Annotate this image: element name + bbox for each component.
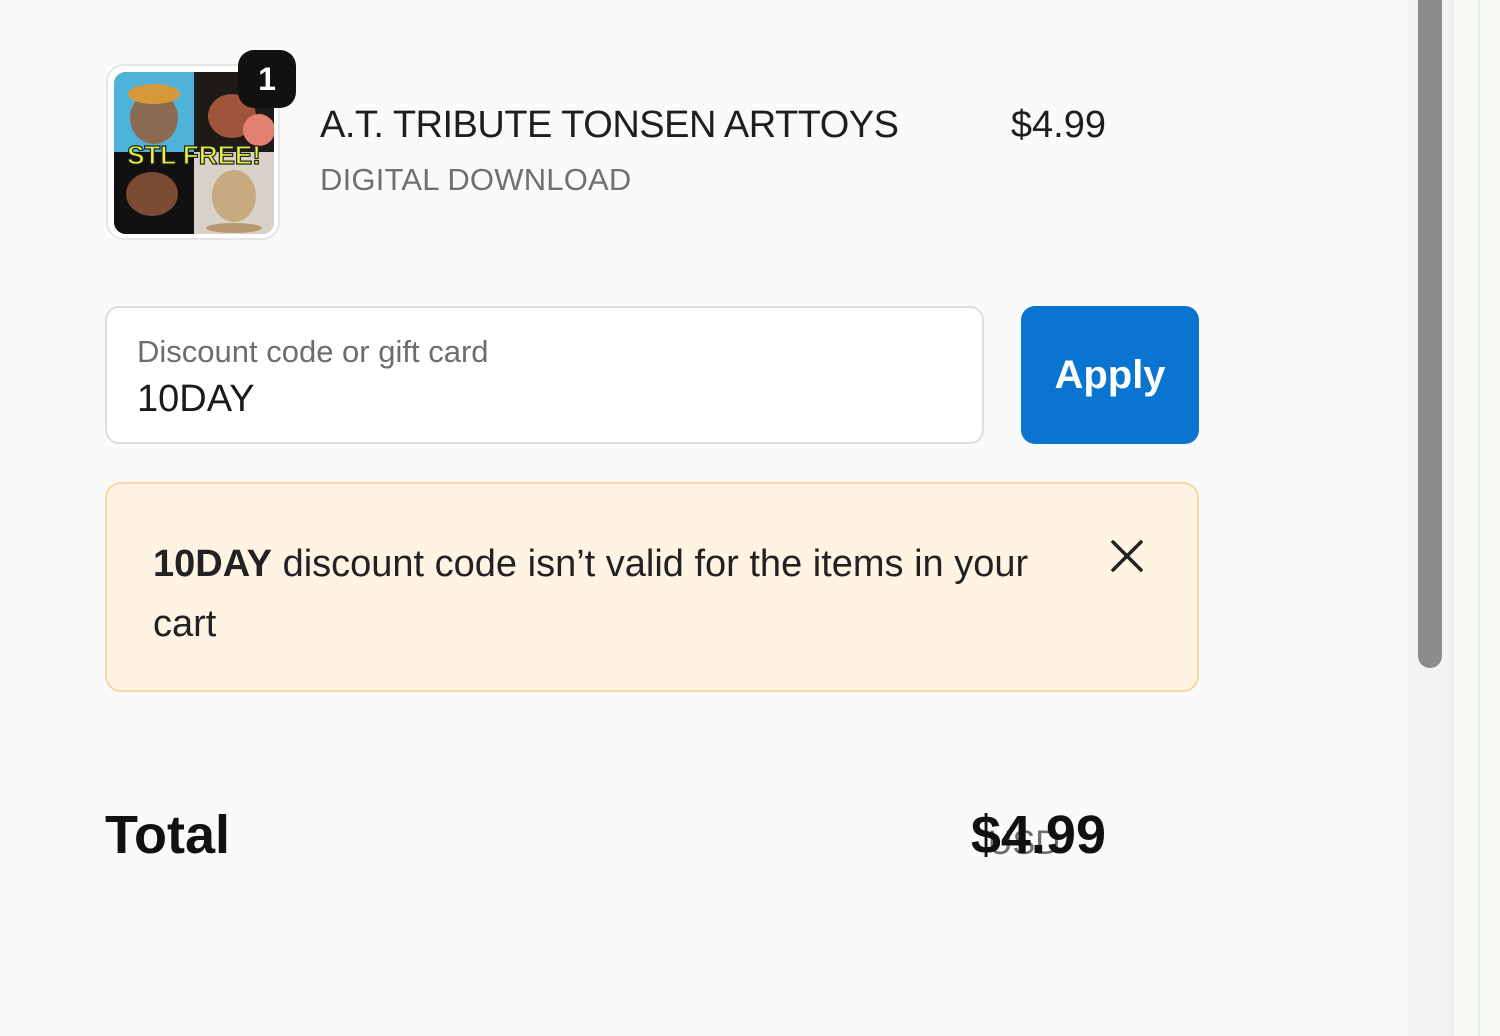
quantity-badge: 1 [238, 50, 296, 108]
discount-field-value[interactable]: 10DAY [137, 378, 255, 421]
close-icon[interactable] [1107, 536, 1147, 576]
alert-message: 10DAY discount code isn’t valid for the … [153, 534, 1033, 654]
discount-error-alert: 10DAY discount code isn’t valid for the … [105, 482, 1199, 692]
discount-code-field[interactable]: Discount code or gift card 10DAY [105, 306, 984, 444]
total-label: Total [105, 805, 230, 865]
apply-button[interactable]: Apply [1021, 306, 1199, 444]
total-amount: $4.99 [970, 805, 1106, 865]
product-image-overlay-text: STL FREE! [127, 140, 261, 170]
alert-code: 10DAY [153, 543, 273, 585]
product-price: $4.99 [1010, 104, 1106, 146]
alert-message-text: discount code isn’t valid for the items … [153, 543, 1029, 645]
scrollbar-thumb[interactable] [1418, 0, 1442, 668]
discount-field-label: Discount code or gift card [137, 334, 489, 369]
product-title: A.T. TRIBUTE TONSEN ARTTOYS [320, 104, 899, 146]
order-summary-panel: STL FREE! 1 A.T. TRIBUTE TONSEN ARTTOYS … [0, 0, 1408, 1036]
product-subtitle: DIGITAL DOWNLOAD [320, 162, 632, 197]
adjacent-panel-edge [1452, 0, 1500, 1036]
